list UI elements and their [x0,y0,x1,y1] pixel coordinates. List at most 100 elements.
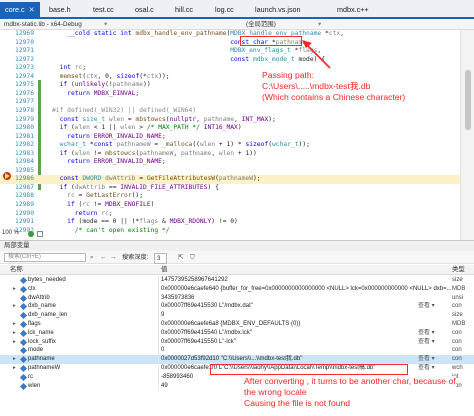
tab-log-cc[interactable]: log.cc [210,3,234,17]
code-line[interactable]: 12986 const DWORD dwAttrib = GetFileAttr… [0,175,460,184]
variable-name: ctx [28,285,36,292]
variable-icon [19,303,28,311]
variable-value[interactable]: 0x00007ff69e415550 L"-lck" [161,338,236,347]
locals-row[interactable]: ▸ pathname 0x0000027d53f92d10 "C:\\Users\\… [0,355,474,364]
code-line[interactable]: 12987 if (dwAttrib == INVALID_FILE_ATTRI… [0,184,460,193]
project-dropdown[interactable]: mdbx-static.lib - x64-Debug [4,20,82,29]
code-line[interactable]: 12980 if (wlen < 1 || wlen > /* MAX_PATH… [0,124,460,133]
filter-icon[interactable]: ⛉ [190,253,195,262]
locals-row[interactable]: dxb_name_len 9 size [0,311,474,320]
variable-value[interactable]: 0x0000027d53f92d10 "C:\\Users\\...\\mdbx… [161,355,302,364]
tab-label: osal.c [135,5,154,14]
variable-name: flags [28,321,41,327]
line-number: 12988 [15,192,34,200]
code-line[interactable]: 12984 return ERROR_INVALID_NAME; [0,158,460,167]
code-text: if (unlikely(!pathname)) [59,81,151,89]
code-line[interactable]: 12971 MDBX_env_flags_t *flags, [0,47,460,56]
code-line[interactable]: 12983 if (wlen != mbstowcs(pathnameW, pa… [0,150,460,159]
variable-type: wch [452,365,463,371]
locals-row[interactable]: bytes_needed 14757395258967641292 size [0,276,474,285]
expand-arrow-icon[interactable]: ▸ [13,355,16,364]
line-number: 12989 [15,201,34,208]
variable-value[interactable]: -858993460 [161,373,193,382]
expand-arrow-icon[interactable]: ▸ [13,364,16,373]
view-button[interactable]: 查看 ▾ [418,329,435,338]
code-text: if (wlen != mbstowcs(pathnameW, pathname… [59,149,257,157]
tab-test-cc[interactable]: test.cc [88,3,114,17]
code-line[interactable]: 12991 if (mode == 0 || (*flags & MDBX_RD… [0,218,460,227]
variable-value[interactable]: 14757395258967641292 [161,276,228,285]
variable-value[interactable]: 49 [161,382,168,391]
code-editor[interactable]: 12969 __cold static int mdbx_handle_env_… [0,30,474,240]
tab-launch-vs-json[interactable]: launch.vs.json [250,3,301,17]
variable-name: mode [28,347,44,354]
expand-arrow-icon[interactable]: ▸ [13,285,16,294]
view-button[interactable]: 查看 ▾ [418,338,435,347]
column-header-value[interactable]: 值 [161,265,167,275]
locals-row[interactable]: dwAttrib 3435973836 unsi [0,293,474,303]
variable-value[interactable]: 0 [161,346,164,355]
variable-name: bytes_needed [28,277,66,283]
code-line[interactable]: 12982 wchar_t *const pathnameW = _malloc… [0,141,460,150]
locals-row[interactable]: mode 0 con [0,346,474,356]
expand-arrow-icon[interactable]: ▸ [13,329,16,338]
column-header-name[interactable]: 名称 [10,265,23,275]
locals-row[interactable]: ▸ ctx 0x000000e6caefe640 {buffer_for_free=… [0,284,474,294]
locals-row[interactable]: ▸ dxb_name 0x00007ff69e415530 L"/mdbx.dat"… [0,302,474,312]
search-icon[interactable]: ⌕ [90,253,94,262]
scope-dropdown[interactable]: (全局范围) [246,20,276,29]
brush-icon[interactable] [37,231,43,237]
chevron-down-icon[interactable]: ▾ [318,20,321,29]
scrollbar-thumb[interactable] [465,70,471,130]
code-line[interactable]: 12981 return ERROR_INVALID_NAME; [0,133,460,142]
zoom-level[interactable]: 100 % [2,230,19,236]
locals-row[interactable]: ▸ lck_name 0x00007ff69e415540 L"/mdbx.lck"… [0,328,474,338]
chevron-down-icon[interactable]: ▾ [104,20,107,29]
variable-value[interactable]: 0x000000e6caefe640 {buffer_for_free=0x00… [161,285,452,294]
view-button[interactable]: 查看 ▾ [418,355,435,364]
variable-icon [19,294,28,302]
code-line[interactable]: 12969 __cold static int mdbx_handle_env_… [0,30,460,39]
nav-forward-icon[interactable]: → [110,253,117,262]
tab-osal-c[interactable]: osal.c [130,3,154,17]
code-line[interactable]: 12990 return rc; [0,210,460,219]
search-input[interactable]: 搜索(Ctrl+E) [4,253,86,262]
tab-hill-cc[interactable]: hill.cc [170,3,193,17]
code-line[interactable]: 12985 [0,167,460,176]
variable-value[interactable]: 9 [161,311,164,320]
variable-value[interactable]: 0x00007ff69e415540 L"/mdbx.lck" [161,329,252,338]
column-divider [158,320,159,329]
variable-icon [19,285,28,293]
code-line[interactable]: 12988 rc = GetLastError(); [0,192,460,201]
locals-row[interactable]: ▸ flags 0x000000e6caefe6a8 {MDBX_ENV_DEFAU… [0,320,474,329]
code-line[interactable]: 12978 #if defined(_WIN32) || defined(_WIN… [0,107,460,116]
variable-value[interactable]: 3435973836 [161,294,194,303]
nav-back-icon[interactable]: ← [100,253,107,262]
code-text: rc = GetLastError(); [67,192,144,200]
code-line[interactable]: 12972 const mdbx_mode_t mode) { [0,56,460,65]
close-icon[interactable]: ✕ [29,5,35,14]
search-depth-select[interactable]: 3 [154,253,168,264]
locals-row[interactable]: ▸ lock_suffix 0x00007ff69e415550 L"-lck" 查看… [0,337,474,347]
code-line[interactable]: 12979 const size_t wlen = mbstowcs(nullp… [0,116,460,125]
tab-base-h[interactable]: base.h [44,3,71,17]
tab-core-c[interactable]: core.c ✕ [0,2,40,19]
column-header-type[interactable]: 类型 [452,265,465,275]
expand-arrow-icon[interactable]: ▸ [13,302,16,311]
line-number: 12977 [15,98,34,106]
variable-value[interactable]: 0x00007ff69e415530 L"/mdbx.dat" [161,302,253,311]
line-number: 12975 [15,81,34,89]
variable-name: dxb_name_len [28,312,68,319]
code-line[interactable]: 12992 /* can't open existing */ [0,227,460,236]
code-text: return ERROR_INVALID_NAME; [67,158,166,166]
view-button[interactable]: 查看 ▾ [418,302,435,311]
code-line[interactable]: 12970 const char *pathname, [0,39,460,48]
variable-value[interactable]: 0x000000e6caefe6a8 {MDBX_ENV_DEFAULTS (0… [161,320,300,329]
pin-icon[interactable]: ⇱ [178,253,183,262]
expand-arrow-icon[interactable]: ▸ [13,338,16,347]
expand-arrow-icon[interactable]: ▸ [13,320,16,329]
tab-mdbx-cpp[interactable]: mdbx.c++ [332,3,369,17]
view-button[interactable]: 查看 ▾ [418,364,435,373]
code-line[interactable]: 12989 if (rc != MDBX_ENOFILE) [0,201,460,210]
editor-scrollbar[interactable] [460,30,474,240]
